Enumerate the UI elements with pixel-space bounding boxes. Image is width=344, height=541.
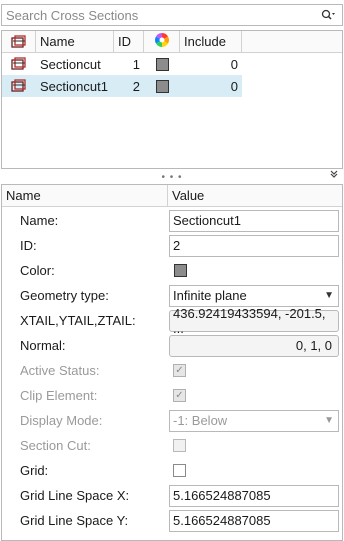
grid-checkbox[interactable] <box>173 463 186 477</box>
geometry-type-label: Geometry type: <box>20 288 109 303</box>
prop-gridx-row: Grid Line Space X: 5.166524887085 <box>2 483 342 508</box>
header-value: Value <box>172 188 205 203</box>
row-id: 2 <box>132 78 140 94</box>
search-icon[interactable] <box>316 5 342 25</box>
properties-header: Name Value <box>2 185 342 207</box>
row-include: 0 <box>230 56 238 72</box>
display-mode-select[interactable]: -1: Below ▼ <box>169 409 339 432</box>
row-name: Sectioncut <box>40 56 101 72</box>
geometry-type-select[interactable]: Infinite plane ▼ <box>169 284 339 307</box>
column-include[interactable]: Include <box>180 31 242 52</box>
clip-element-checkbox[interactable]: ✓ <box>173 388 186 402</box>
prop-display-row: Display Mode: -1: Below ▼ <box>2 408 342 433</box>
active-status-label: Active Status: <box>20 363 100 378</box>
row-id: 1 <box>132 56 140 72</box>
properties-panel: Name Value Name: Sectioncut1 ID: 2 Color… <box>1 184 343 541</box>
cross-section-list: Name ID Include Sectioncut 1 0 Sectioncu… <box>1 30 343 169</box>
splitter-dots: • • • <box>161 171 183 183</box>
id-label: ID: <box>20 238 37 253</box>
color-swatch[interactable] <box>144 57 180 71</box>
section-type-icon <box>2 31 36 52</box>
column-color[interactable] <box>144 31 180 52</box>
search-input[interactable] <box>2 5 316 25</box>
geometry-type-value: Infinite plane <box>173 288 247 303</box>
color-wheel-icon <box>154 33 169 50</box>
row-name: Sectioncut1 <box>40 78 108 94</box>
chevron-down-icon: ▼ <box>324 415 334 426</box>
prop-tail-row: XTAIL,YTAIL,ZTAIL: 436.92419433594, -201… <box>2 306 342 336</box>
prop-grid-row: Grid: <box>2 458 342 483</box>
sectioncut-icon <box>2 57 36 71</box>
name-field[interactable]: Sectioncut1 <box>169 209 339 232</box>
display-mode-label: Display Mode: <box>20 413 103 428</box>
chevron-down-icon: ▼ <box>324 290 334 301</box>
prop-id-row: ID: 2 <box>2 233 342 258</box>
header-name: Name <box>2 185 168 206</box>
column-id[interactable]: ID <box>114 31 144 52</box>
prop-normal-row: Normal: 0, 1, 0 <box>2 333 342 358</box>
prop-active-row: Active Status: ✓ <box>2 358 342 383</box>
prop-color-row: Color: <box>2 258 342 283</box>
clip-element-label: Clip Element: <box>20 388 98 403</box>
panel-splitter[interactable]: • • • <box>0 170 344 184</box>
grid-line-space-x-field[interactable]: 5.166524887085 <box>169 484 339 507</box>
prop-clip-row: Clip Element: ✓ <box>2 383 342 408</box>
normal-label: Normal: <box>20 338 66 353</box>
prop-sectioncut-row: Section Cut: <box>2 433 342 458</box>
search-bar <box>1 4 343 26</box>
tail-field[interactable]: 436.92419433594, -201.5, ... <box>169 306 339 336</box>
tail-label: XTAIL,YTAIL,ZTAIL: <box>20 313 136 328</box>
color-picker[interactable] <box>174 264 187 277</box>
prop-gridy-row: Grid Line Space Y: 5.166524887085 <box>2 508 342 533</box>
section-cut-checkbox[interactable] <box>173 438 186 452</box>
grid-line-space-y-field[interactable]: 5.166524887085 <box>169 509 339 532</box>
collapse-icon[interactable] <box>330 170 338 181</box>
section-cut-label: Section Cut: <box>20 438 91 453</box>
active-status-checkbox[interactable]: ✓ <box>173 363 186 377</box>
list-header: Name ID Include <box>2 31 342 53</box>
prop-geometry-row: Geometry type: Infinite plane ▼ <box>2 283 342 308</box>
display-mode-value: -1: Below <box>173 413 228 428</box>
sectioncut-icon <box>2 79 36 93</box>
color-label: Color: <box>20 263 55 278</box>
column-name[interactable]: Name <box>36 31 114 52</box>
row-include: 0 <box>230 78 238 94</box>
color-swatch[interactable] <box>144 79 180 93</box>
list-item[interactable]: Sectioncut1 2 0 <box>2 75 342 97</box>
list-item[interactable]: Sectioncut 1 0 <box>2 53 342 75</box>
grid-label: Grid: <box>20 463 49 478</box>
grid-line-space-y-label: Grid Line Space Y: <box>20 513 129 528</box>
grid-line-space-x-label: Grid Line Space X: <box>20 488 130 503</box>
prop-name-row: Name: Sectioncut1 <box>2 208 342 233</box>
id-field[interactable]: 2 <box>169 234 339 257</box>
name-label: Name: <box>20 213 59 228</box>
normal-field[interactable]: 0, 1, 0 <box>169 334 339 357</box>
